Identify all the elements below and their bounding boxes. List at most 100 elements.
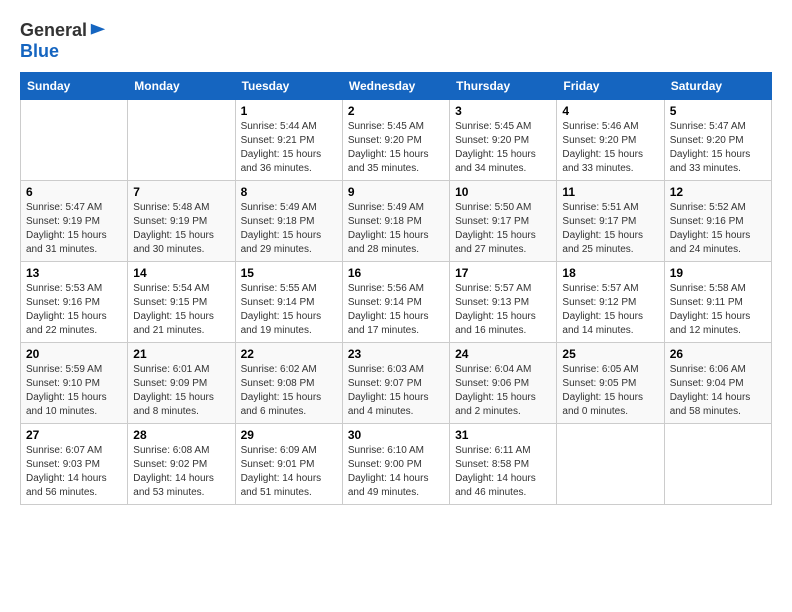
calendar-cell: 5 Sunrise: 5:47 AM Sunset: 9:20 PM Daylig… [664,100,771,181]
day-number: 31 [455,428,551,442]
day-info: Sunrise: 5:57 AM Sunset: 9:12 PM Dayligh… [562,282,658,338]
weekday-header-cell: Thursday [450,73,557,100]
day-info: Sunrise: 6:05 AM Sunset: 9:05 PM Dayligh… [562,363,658,419]
day-info: Sunrise: 6:06 AM Sunset: 9:04 PM Dayligh… [670,363,766,419]
day-info: Sunrise: 6:11 AM Sunset: 8:58 PM Dayligh… [455,444,551,500]
calendar-cell [21,100,128,181]
calendar-cell: 19 Sunrise: 5:58 AM Sunset: 9:11 PM Dayli… [664,262,771,343]
day-number: 27 [26,428,122,442]
weekday-header-cell: Tuesday [235,73,342,100]
calendar-week-row: 6Sunrise: 5:47 AM Sunset: 9:19 PM Daylig… [21,181,772,262]
calendar-cell: 28 Sunrise: 6:08 AM Sunset: 9:02 PM Dayli… [128,424,235,505]
day-number: 24 [455,347,551,361]
day-info: Sunrise: 5:48 AM Sunset: 9:19 PM Dayligh… [133,201,229,257]
day-info: Sunrise: 6:01 AM Sunset: 9:09 PM Dayligh… [133,363,229,419]
day-number: 26 [670,347,766,361]
day-info: Sunrise: 6:03 AM Sunset: 9:07 PM Dayligh… [348,363,444,419]
calendar-cell: 15Sunrise: 5:55 AM Sunset: 9:14 PM Dayli… [235,262,342,343]
calendar-cell: 6Sunrise: 5:47 AM Sunset: 9:19 PM Daylig… [21,181,128,262]
day-info: Sunrise: 5:53 AM Sunset: 9:16 PM Dayligh… [26,282,122,338]
day-number: 15 [241,266,337,280]
logo-blue-text: Blue [20,41,107,62]
day-number: 16 [348,266,444,280]
calendar-cell: 8 Sunrise: 5:49 AM Sunset: 9:18 PM Daylig… [235,181,342,262]
calendar-cell: 22 Sunrise: 6:02 AM Sunset: 9:08 PM Dayli… [235,343,342,424]
calendar-cell: 14Sunrise: 5:54 AM Sunset: 9:15 PM Dayli… [128,262,235,343]
calendar-cell: 27Sunrise: 6:07 AM Sunset: 9:03 PM Dayli… [21,424,128,505]
day-number: 17 [455,266,551,280]
day-info: Sunrise: 5:54 AM Sunset: 9:15 PM Dayligh… [133,282,229,338]
calendar-cell: 1 Sunrise: 5:44 AM Sunset: 9:21 PM Daylig… [235,100,342,181]
day-number: 10 [455,185,551,199]
day-number: 18 [562,266,658,280]
weekday-header-cell: Saturday [664,73,771,100]
day-info: Sunrise: 5:49 AM Sunset: 9:18 PM Dayligh… [241,201,337,257]
calendar-cell: 2 Sunrise: 5:45 AM Sunset: 9:20 PM Daylig… [342,100,449,181]
day-info: Sunrise: 5:47 AM Sunset: 9:20 PM Dayligh… [670,120,766,176]
calendar-week-row: 20 Sunrise: 5:59 AM Sunset: 9:10 PM Dayli… [21,343,772,424]
calendar-cell: 3 Sunrise: 5:45 AM Sunset: 9:20 PM Daylig… [450,100,557,181]
day-info: Sunrise: 5:57 AM Sunset: 9:13 PM Dayligh… [455,282,551,338]
calendar-cell: 10 Sunrise: 5:50 AM Sunset: 9:17 PM Dayli… [450,181,557,262]
day-info: Sunrise: 6:02 AM Sunset: 9:08 PM Dayligh… [241,363,337,419]
calendar-cell: 4 Sunrise: 5:46 AM Sunset: 9:20 PM Daylig… [557,100,664,181]
calendar-cell: 17 Sunrise: 5:57 AM Sunset: 9:13 PM Dayli… [450,262,557,343]
calendar-cell [128,100,235,181]
calendar-cell [557,424,664,505]
day-info: Sunrise: 6:08 AM Sunset: 9:02 PM Dayligh… [133,444,229,500]
calendar-cell: 11Sunrise: 5:51 AM Sunset: 9:17 PM Dayli… [557,181,664,262]
calendar-cell: 25 Sunrise: 6:05 AM Sunset: 9:05 PM Dayli… [557,343,664,424]
day-info: Sunrise: 5:45 AM Sunset: 9:20 PM Dayligh… [455,120,551,176]
day-number: 21 [133,347,229,361]
calendar-cell: 7 Sunrise: 5:48 AM Sunset: 9:19 PM Daylig… [128,181,235,262]
day-number: 28 [133,428,229,442]
day-number: 30 [348,428,444,442]
day-info: Sunrise: 5:45 AM Sunset: 9:20 PM Dayligh… [348,120,444,176]
day-number: 22 [241,347,337,361]
day-info: Sunrise: 5:46 AM Sunset: 9:20 PM Dayligh… [562,120,658,176]
weekday-header-cell: Friday [557,73,664,100]
day-info: Sunrise: 5:58 AM Sunset: 9:11 PM Dayligh… [670,282,766,338]
day-info: Sunrise: 5:51 AM Sunset: 9:17 PM Dayligh… [562,201,658,257]
day-number: 2 [348,104,444,118]
calendar-cell: 26 Sunrise: 6:06 AM Sunset: 9:04 PM Dayli… [664,343,771,424]
calendar-week-row: 1 Sunrise: 5:44 AM Sunset: 9:21 PM Daylig… [21,100,772,181]
day-info: Sunrise: 5:49 AM Sunset: 9:18 PM Dayligh… [348,201,444,257]
day-info: Sunrise: 5:52 AM Sunset: 9:16 PM Dayligh… [670,201,766,257]
logo: General Blue [20,20,107,62]
calendar-cell: 29Sunrise: 6:09 AM Sunset: 9:01 PM Dayli… [235,424,342,505]
day-info: Sunrise: 5:50 AM Sunset: 9:17 PM Dayligh… [455,201,551,257]
day-info: Sunrise: 5:59 AM Sunset: 9:10 PM Dayligh… [26,363,122,419]
calendar-cell: 30Sunrise: 6:10 AM Sunset: 9:00 PM Dayli… [342,424,449,505]
calendar-cell: 16 Sunrise: 5:56 AM Sunset: 9:14 PM Dayli… [342,262,449,343]
day-info: Sunrise: 5:44 AM Sunset: 9:21 PM Dayligh… [241,120,337,176]
day-number: 1 [241,104,337,118]
day-number: 9 [348,185,444,199]
calendar-cell: 18 Sunrise: 5:57 AM Sunset: 9:12 PM Dayli… [557,262,664,343]
day-number: 7 [133,185,229,199]
weekday-header-cell: Monday [128,73,235,100]
calendar-cell: 31 Sunrise: 6:11 AM Sunset: 8:58 PM Dayli… [450,424,557,505]
calendar-cell [664,424,771,505]
weekday-header-row: SundayMondayTuesdayWednesdayThursdayFrid… [21,73,772,100]
day-number: 8 [241,185,337,199]
day-number: 5 [670,104,766,118]
day-info: Sunrise: 5:47 AM Sunset: 9:19 PM Dayligh… [26,201,122,257]
day-number: 25 [562,347,658,361]
day-number: 20 [26,347,122,361]
day-number: 12 [670,185,766,199]
day-number: 4 [562,104,658,118]
day-number: 13 [26,266,122,280]
day-number: 3 [455,104,551,118]
day-info: Sunrise: 5:56 AM Sunset: 9:14 PM Dayligh… [348,282,444,338]
calendar-cell: 13 Sunrise: 5:53 AM Sunset: 9:16 PM Dayli… [21,262,128,343]
calendar-cell: 12 Sunrise: 5:52 AM Sunset: 9:16 PM Dayli… [664,181,771,262]
calendar-body: 1 Sunrise: 5:44 AM Sunset: 9:21 PM Daylig… [21,100,772,505]
logo-general-text: General [20,20,87,41]
page-header: General Blue [20,20,772,62]
calendar-table: SundayMondayTuesdayWednesdayThursdayFrid… [20,72,772,505]
day-info: Sunrise: 6:09 AM Sunset: 9:01 PM Dayligh… [241,444,337,500]
day-number: 19 [670,266,766,280]
calendar-cell: 20 Sunrise: 5:59 AM Sunset: 9:10 PM Dayli… [21,343,128,424]
day-info: Sunrise: 6:04 AM Sunset: 9:06 PM Dayligh… [455,363,551,419]
